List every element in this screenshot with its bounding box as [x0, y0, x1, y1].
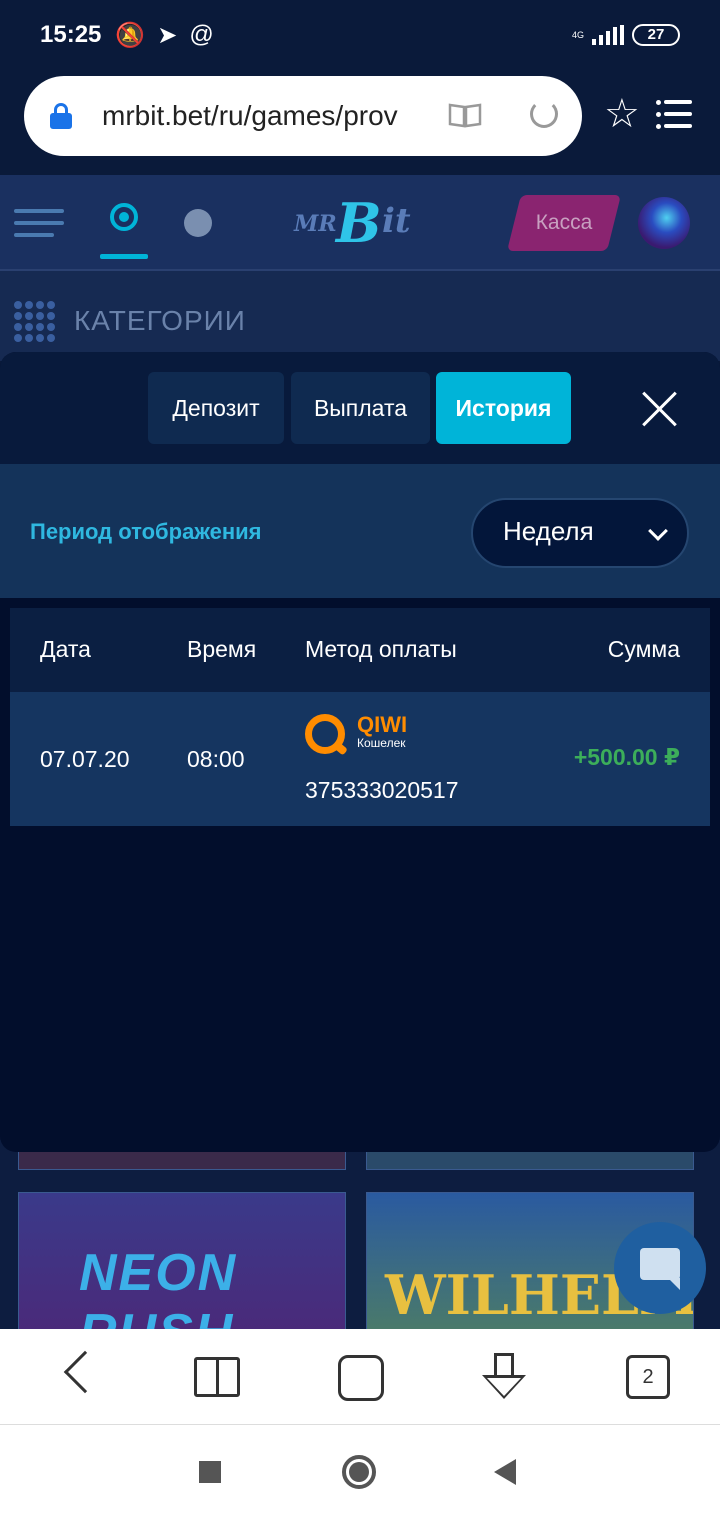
casino-chip-icon [110, 203, 138, 231]
bookmarks-icon[interactable] [194, 1357, 240, 1397]
network-type: 4G [571, 29, 584, 40]
reload-icon[interactable] [530, 100, 558, 128]
row-account: 375333020517 [305, 777, 459, 803]
period-value: Неделя [503, 516, 594, 546]
table-row: 07.07.20 08:00 QIWI Кошелек 375333020517… [10, 692, 710, 826]
column-header-date: Дата [40, 636, 91, 662]
url-text[interactable]: mrbit.bet/ru/games/prov [102, 100, 406, 132]
telegram-icon: ➤ [157, 21, 178, 49]
signal-icon [592, 25, 624, 45]
bookmark-star-icon[interactable]: ☆ [604, 94, 640, 134]
column-header-method: Метод оплаты [305, 636, 457, 662]
nav-back-icon[interactable] [494, 1459, 516, 1485]
modal-tabs: Депозит Выплата История [0, 352, 720, 464]
qiwi-name: QIWI [357, 712, 408, 737]
home-icon[interactable] [338, 1355, 384, 1401]
android-navigation-bar [0, 1425, 720, 1520]
tab-history[interactable]: История [436, 372, 571, 444]
column-header-time: Время [187, 636, 257, 662]
cashier-modal: Депозит Выплата История Период отображен… [0, 352, 720, 1152]
games-grid: NEON RUSH WILHELM TELL [0, 1140, 720, 1332]
status-bar: 15:25 🔕 ➤ @ 4G 27 [0, 0, 720, 70]
address-bar[interactable]: mrbit.bet/ru/games/prov [24, 76, 582, 156]
categories-bar[interactable]: КАТЕГОРИИ [0, 271, 720, 361]
categories-title: КАТЕГОРИИ [74, 305, 246, 336]
logo-it: it [382, 201, 411, 241]
hamburger-menu-icon[interactable] [14, 209, 64, 237]
browser-bottom-bar: 2 [0, 1329, 720, 1425]
period-select[interactable]: Неделя [471, 498, 689, 568]
tabs-counter-button[interactable]: 2 [626, 1355, 670, 1399]
back-icon[interactable] [63, 1350, 107, 1394]
reader-mode-icon[interactable] [448, 102, 482, 128]
period-label: Период отображения [30, 519, 262, 544]
logo-b: B [336, 191, 382, 255]
bell-off-icon: 🔕 [115, 21, 146, 49]
row-amount: +500.00 ₽ [573, 744, 680, 770]
table-header: Дата Время Метод оплаты Сумма [10, 608, 710, 692]
qiwi-sub: Кошелек [357, 736, 406, 750]
close-icon[interactable] [640, 390, 680, 430]
recent-apps-icon[interactable] [199, 1461, 221, 1483]
soccer-ball-icon[interactable] [184, 209, 212, 237]
chevron-down-icon [648, 521, 668, 541]
browser-toolbar: mrbit.bet/ru/games/prov ☆ [0, 70, 720, 175]
home-circle-icon[interactable] [342, 1455, 376, 1489]
tab-payout[interactable]: Выплата [291, 372, 430, 444]
chat-support-button[interactable] [614, 1222, 706, 1314]
at-icon: @ [189, 21, 214, 48]
kassa-button[interactable]: Касса [514, 195, 614, 251]
site-header: MR B it Касса [0, 175, 720, 271]
tab-deposit[interactable]: Депозит [148, 372, 284, 444]
lock-icon [50, 103, 72, 129]
nav-casino[interactable] [100, 197, 148, 259]
row-date: 07.07.20 [40, 746, 130, 772]
nav-active-indicator [100, 254, 148, 259]
column-header-amount: Сумма [607, 636, 680, 662]
status-time: 15:25 [40, 21, 102, 48]
qiwi-logo-icon: QIWI Кошелек [305, 712, 415, 758]
battery-indicator: 27 [632, 24, 680, 46]
game-title: NEON RUSH [79, 1244, 238, 1331]
game-tile-neon-rush[interactable]: NEON RUSH [18, 1192, 346, 1332]
period-filter: Период отображения Неделя [0, 464, 720, 598]
download-icon[interactable] [482, 1353, 526, 1403]
avatar[interactable] [638, 197, 690, 249]
site-logo[interactable]: MR B it [290, 191, 430, 255]
logo-mr: MR [294, 211, 337, 237]
row-time: 08:00 [187, 746, 245, 772]
browser-menu-icon[interactable] [656, 100, 692, 130]
grid-dots-icon [14, 301, 56, 343]
